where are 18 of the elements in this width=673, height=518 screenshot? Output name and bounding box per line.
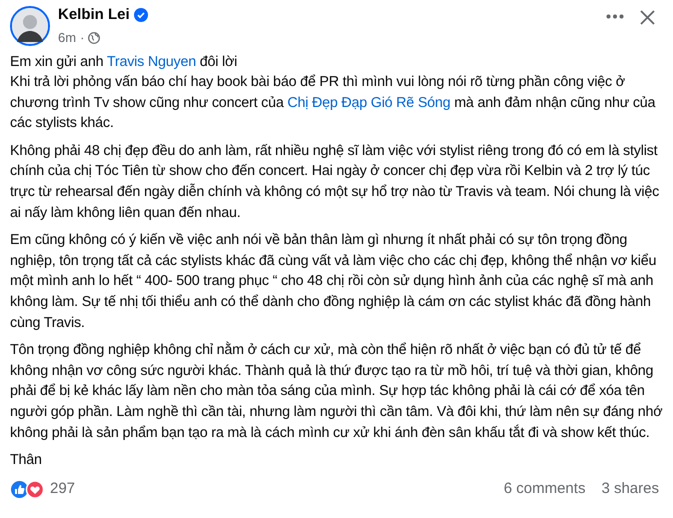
comments-count[interactable]: 6 comments [504,478,586,500]
avatar[interactable] [10,6,50,46]
post-paragraph: Tôn trọng đồng nghiệp không chỉ nằm ở cách cư xử, mà còn thể hiện rõ nhất ở việc bạn có đủ tử tế để không nhận vơ công sức người khác. Thành quả là thứ được tạo ra từ mồ hôi, trí tuệ và thời gian, không phải để bị kẻ khác lấy làm nền cho màn tỏa sáng của mình. Sự hợp tác không phải là cái cớ để xóa tên người góp phần. Làm nghề thì cần tài, nhưng làm người thì cần tâm. Và đôi khi, thứ làm nên sự đáng nhớ không phải là sản phẩm bạn tạo ra mà là cách mình cư xử khi ánh đèn sân khấu tắt đi và show kết thúc. [10,340,663,443]
globe-icon [88,32,100,44]
post-paragraph: Thân [10,451,43,470]
mention-link[interactable]: Travis Nguyen [106,54,196,70]
author-name[interactable]: Kelbin Lei [58,6,130,24]
post-paragraph: Em cũng không có ý kiến về việc anh nói về bản thân làm gì nhưng ít nhất phải có sự tôn trọng đồng nghiệp, tôn trọng tất cả các stylists khác đã cùng vất vả làm việc cho các chị đẹp, không thể nhận vơ kiểu một mình anh lo hết “ 400- 500 trang phục “ cho 48 chị rồi còn sử dụng hình ảnh của các nghệ sĩ mà anh không làm. Sự tế nhị tối thiểu anh có thể dành cho đồng nghiệp là cám ơn các stylist khác đã đồng hành cùng Travis. [10,231,658,333]
close-icon[interactable] [640,10,655,25]
post-time[interactable]: 6m [58,28,76,48]
post-paragraph: Em xin gửi anh Travis Nguyen đôi lời Khi trả lời phỏng vấn báo chí hay book bài báo để PR thì mình vui lòng nói rõ từng phần công việc ở chương trình Tv show cũng như concert của Chị Đẹp Đạp Gió Rẽ Sóng mà anh đảm nhận cũng như của các stylists khác. [10,52,656,134]
reaction-count[interactable]: 297 [50,478,76,500]
more-options-icon[interactable] [606,14,624,19]
separator-dot: · [80,29,84,47]
shares-count[interactable]: 3 shares [601,478,659,500]
post-paragraph: Không phải 48 chị đẹp đều do anh làm, rất nhiều nghệ sĩ làm việc với stylist riêng trong đó có em là stylist chính của chị Tóc Tiên từ show cho đến concert. Hai ngày ở concer chị đẹp vừa rồi Kelbin và 2 trợ lý túc trực từ rehearsal đến ngày diễn chính và không có một sự hổ trợ nào từ Travis và team. Nói chung là việc ai nấy làm không liên quan đến nhau. [10,142,660,223]
reaction-icons[interactable] [10,480,46,499]
mention-link[interactable]: Chị Đẹp Đạp Gió Rẽ Sóng [287,94,450,111]
